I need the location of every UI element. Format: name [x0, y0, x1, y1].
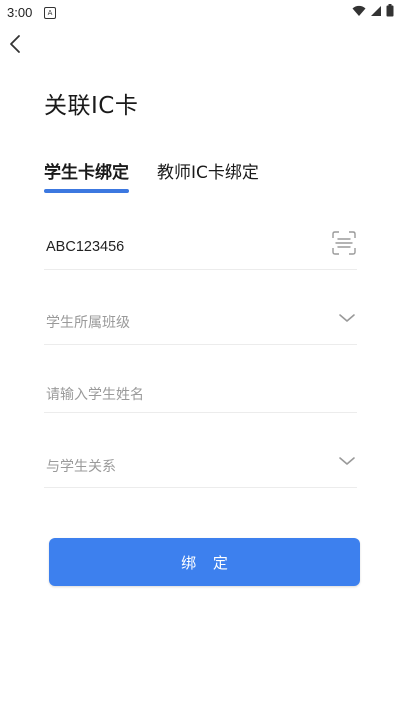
status-bar: 3:00 A	[0, 0, 404, 26]
signal-icon	[371, 5, 381, 16]
tab-bar: 学生卡绑定 教师IC卡绑定	[44, 158, 259, 193]
chevron-down-icon	[339, 314, 355, 322]
chevron-down-icon	[339, 457, 355, 465]
page-title: 关联IC卡	[44, 93, 139, 119]
relation-dropdown-toggle[interactable]	[337, 453, 357, 473]
bind-button-label: 绑 定	[181, 553, 234, 572]
class-dropdown-toggle[interactable]	[337, 310, 357, 330]
back-button[interactable]	[6, 32, 28, 58]
card-number-value: ABC123456	[46, 239, 125, 255]
class-select[interactable]: 学生所属班级	[44, 300, 357, 345]
scan-button[interactable]	[331, 230, 357, 260]
wifi-icon	[352, 5, 366, 16]
status-time: 3:00	[7, 5, 33, 20]
tab-teacher-card[interactable]: 教师IC卡绑定	[157, 158, 259, 189]
bind-button[interactable]: 绑 定	[49, 538, 360, 586]
status-indicators	[352, 4, 394, 17]
chevron-left-icon	[10, 35, 20, 53]
scan-icon	[332, 231, 356, 255]
active-tab-indicator	[44, 189, 129, 193]
relation-select[interactable]: 与学生关系	[44, 442, 357, 488]
notification-icon: A	[44, 7, 56, 19]
student-name-input[interactable]: 请输入学生姓名	[44, 370, 357, 413]
tab-student-card[interactable]: 学生卡绑定	[44, 158, 129, 193]
relation-select-placeholder: 与学生关系	[46, 459, 116, 475]
battery-icon	[386, 4, 394, 17]
student-name-placeholder: 请输入学生姓名	[46, 387, 144, 403]
class-select-placeholder: 学生所属班级	[46, 315, 130, 331]
tab-label: 教师IC卡绑定	[157, 163, 259, 183]
tab-label: 学生卡绑定	[44, 163, 129, 183]
card-number-field[interactable]: ABC123456	[44, 225, 357, 270]
